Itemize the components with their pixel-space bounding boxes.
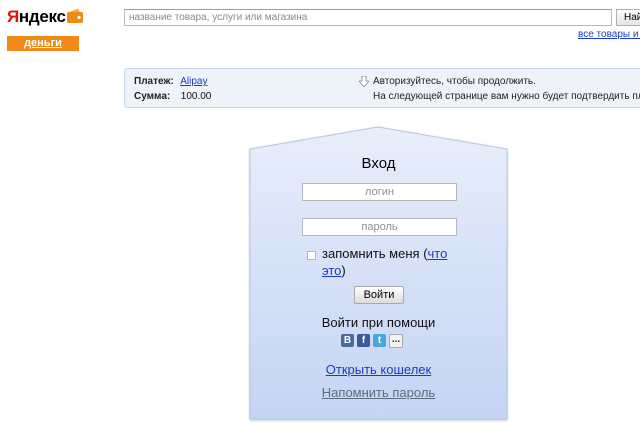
login-button[interactable]: Войти [354,286,404,304]
confirm-notice: На следующей странице вам нужно будет по… [373,91,640,102]
twitter-icon[interactable]: t [373,334,386,347]
remind-password-link[interactable]: Напомнить пароль [248,385,509,400]
remember-me-label: запомнить меня (что это) [322,246,448,278]
sum-row: Сумма: 100.00 [134,91,211,102]
page: Яндекс деньги Най все товары и у Платеж:… [0,0,640,431]
logo-money-badge[interactable]: деньги [7,36,79,51]
payment-row: Платеж: Alipay [134,76,207,87]
facebook-icon[interactable]: f [357,334,370,347]
search-button[interactable]: Най [616,9,640,26]
social-login-title: Войти при помощи [321,315,436,330]
payment-info-box: Платеж: Alipay Сумма: 100.00 Авторизуйте… [124,68,640,108]
wallet-icon [67,8,83,23]
sum-value: 100.00 [180,91,212,102]
search-input[interactable] [124,9,612,26]
login-panel: Вход запомнить меня (что это) Войти Войт… [248,125,509,423]
payment-value-link[interactable]: Alipay [180,76,207,87]
all-goods-link[interactable]: все товары и у [578,29,640,40]
payment-label: Платеж: [134,76,174,87]
login-title: Вход [361,155,396,172]
yandex-money-logo[interactable]: Яндекс деньги [7,6,83,51]
open-wallet-link[interactable]: Открыть кошелек [248,362,509,377]
password-input[interactable] [302,218,457,236]
more-icon[interactable]: ... [389,334,403,348]
auth-notice: Авторизуйтесь, чтобы продолжить. [373,76,536,87]
down-arrow-icon [359,76,369,87]
remember-me-checkbox[interactable] [307,251,316,260]
vk-icon[interactable]: В [341,334,354,347]
login-input[interactable] [302,183,457,201]
sum-label: Сумма: [134,91,171,102]
logo-wordmark: Яндекс [7,7,66,26]
